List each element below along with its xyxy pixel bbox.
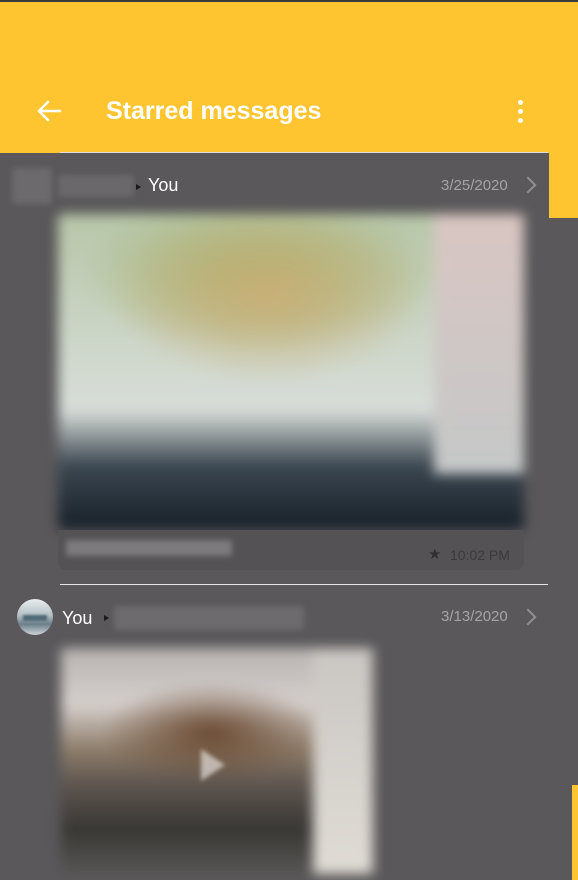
- message-divider: [60, 584, 548, 585]
- message-date: 3/13/2020: [441, 608, 508, 625]
- sender-name: You: [62, 608, 93, 628]
- sender-to-arrow-icon: [104, 615, 109, 621]
- recipient-name-blurred: [114, 606, 304, 630]
- side-edge-strip: [572, 785, 578, 880]
- back-button[interactable]: [30, 94, 68, 128]
- app-header: [0, 2, 578, 153]
- play-icon[interactable]: [201, 749, 225, 781]
- image-region: [434, 214, 524, 474]
- chevron-right-icon[interactable]: [519, 608, 537, 626]
- message-date: 3/25/2020: [441, 177, 508, 194]
- more-vertical-icon: [517, 99, 523, 105]
- more-options-button[interactable]: [507, 94, 533, 128]
- header-divider: [60, 152, 548, 153]
- video-region: [313, 648, 373, 874]
- recipient-name: You: [148, 175, 179, 195]
- sender-avatar-blurred: [12, 168, 52, 204]
- sender-to-arrow-icon: [136, 184, 141, 190]
- arrow-left-icon: [37, 100, 62, 122]
- chevron-right-icon[interactable]: [519, 176, 537, 194]
- header-edge-strip: [549, 153, 578, 218]
- avatar[interactable]: [17, 599, 53, 635]
- star-icon: ★: [428, 546, 442, 563]
- message-caption-blurred: [66, 540, 232, 556]
- page-title: Starred messages: [106, 97, 322, 125]
- message-image[interactable]: [58, 214, 524, 530]
- more-vertical-icon-dot: [517, 108, 523, 114]
- sender-name-blurred: [58, 175, 134, 197]
- message-time: 10:02 PM: [450, 547, 510, 563]
- more-vertical-icon-dot: [517, 117, 523, 123]
